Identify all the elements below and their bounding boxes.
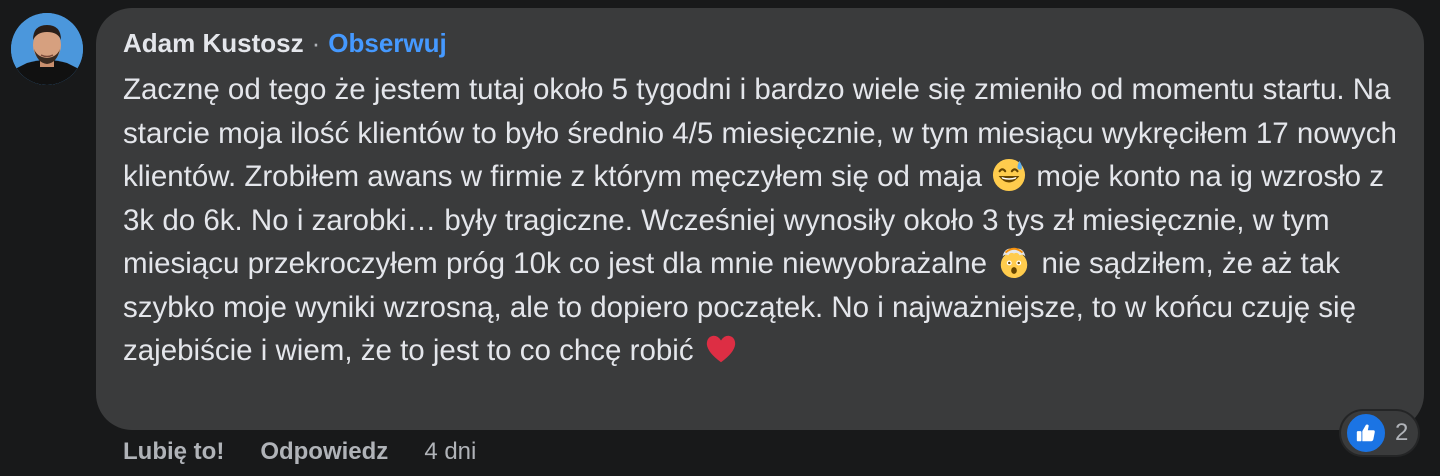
avatar-photo bbox=[11, 13, 83, 85]
comment-actions: Lubię to! Odpowiedz 4 dni bbox=[123, 436, 476, 468]
avatar[interactable] bbox=[11, 13, 83, 85]
follow-button[interactable]: Obserwuj bbox=[328, 28, 446, 59]
comment-header: Adam Kustosz · Obserwuj bbox=[123, 28, 1400, 62]
grinning-sweat-emoji-icon bbox=[993, 158, 1026, 192]
author-name[interactable]: Adam Kustosz bbox=[123, 28, 304, 59]
comment-body: Zacznę od tego że jestem tutaj około 5 t… bbox=[123, 68, 1413, 373]
comment-bubble: Adam Kustosz · Obserwuj Zacznę od tego ż… bbox=[96, 8, 1424, 430]
red-heart-emoji-icon bbox=[706, 335, 735, 363]
timestamp[interactable]: 4 dni bbox=[424, 438, 476, 466]
reply-button[interactable]: Odpowiedz bbox=[260, 438, 388, 466]
separator-dot: · bbox=[311, 28, 321, 58]
comment-container: Adam Kustosz · Obserwuj Zacznę od tego ż… bbox=[0, 0, 1440, 476]
reaction-count: 2 bbox=[1395, 419, 1409, 446]
like-thumbs-up-icon bbox=[1345, 412, 1387, 454]
reaction-summary[interactable]: 2 bbox=[1341, 411, 1419, 455]
like-button[interactable]: Lubię to! bbox=[123, 438, 224, 466]
exploding-head-emoji-icon bbox=[1001, 247, 1028, 279]
